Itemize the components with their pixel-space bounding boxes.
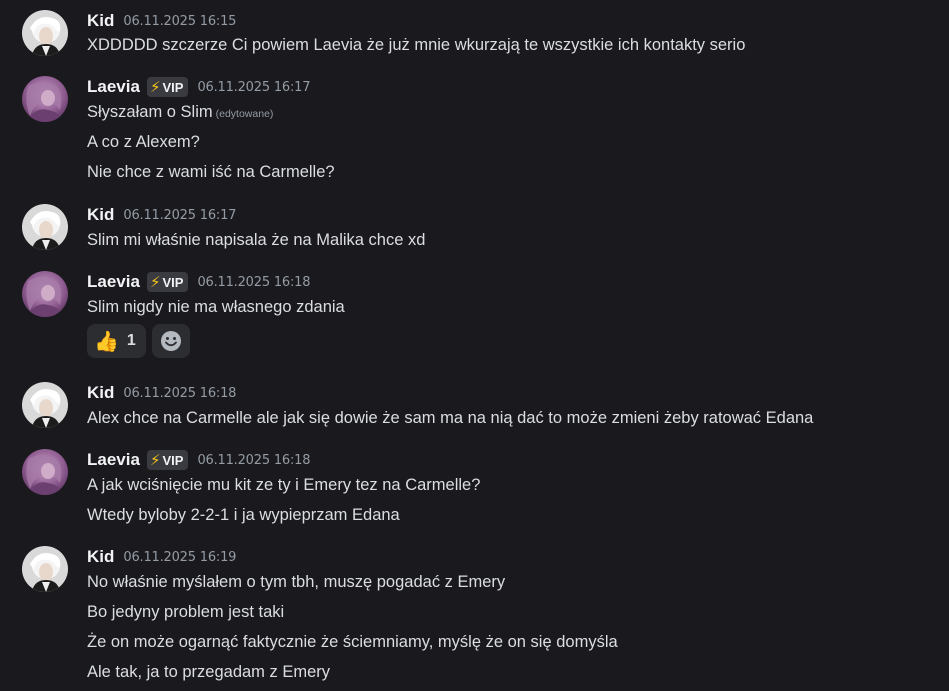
message-text: Slim mi właśnie napisala że na Malika ch… — [87, 231, 426, 249]
lightning-bolt-icon: ⚡ — [149, 274, 161, 291]
message-text: No właśnie myślałem o tym tbh, muszę pog… — [87, 573, 506, 591]
message-text: XDDDDD szczerze Ci powiem Laevia że już … — [87, 36, 746, 54]
message-text-content: Słyszałam o Slim — [87, 103, 213, 121]
message-text: A co z Alexem? — [87, 133, 200, 151]
avatar-laevia[interactable] — [22, 76, 68, 122]
message-timestamp[interactable]: 06.11.2025 16:18 — [197, 275, 310, 290]
message-text: Wtedy byloby 2-2-1 i ja wypieprzam Edana — [87, 506, 400, 524]
reactions-bar: 👍 1 — [87, 324, 190, 358]
edited-label: (edytowane) — [215, 108, 274, 120]
avatar-kid[interactable] — [22, 204, 68, 250]
avatar-kid-image — [22, 382, 68, 428]
message-text: Alex chce na Carmelle ale jak się dowie … — [87, 409, 814, 427]
avatar-laevia[interactable] — [22, 449, 68, 495]
message-timestamp[interactable]: 06.11.2025 16:18 — [123, 386, 236, 401]
lightning-bolt-icon: ⚡ — [149, 79, 161, 96]
username[interactable]: Kid — [87, 11, 114, 31]
message-header: Laevia ⚡ VIP 06.11.2025 16:17 — [87, 76, 310, 98]
username[interactable]: Kid — [87, 383, 114, 403]
message-timestamp[interactable]: 06.11.2025 16:15 — [123, 14, 236, 29]
message-text: Słyszałam o Slim (edytowane) — [87, 101, 273, 125]
message-header: Laevia ⚡ VIP 06.11.2025 16:18 — [87, 271, 310, 293]
message-timestamp[interactable]: 06.11.2025 16:17 — [197, 80, 310, 95]
message-text: Slim nigdy nie ma własnego zdania — [87, 298, 345, 316]
message-header: Kid 06.11.2025 16:17 — [87, 204, 236, 226]
add-reaction-button[interactable] — [151, 324, 190, 358]
avatar-kid[interactable] — [22, 382, 68, 428]
vip-badge[interactable]: ⚡ VIP — [146, 450, 189, 470]
username[interactable]: Kid — [87, 547, 114, 567]
message-text: Ale tak, ja to przegadam z Emery — [87, 663, 331, 681]
message-text: Nie chce z wami iść na Carmelle? — [87, 163, 335, 181]
avatar-laevia-image — [22, 449, 68, 495]
avatar-kid-image — [22, 546, 68, 592]
avatar-kid[interactable] — [22, 10, 68, 56]
username[interactable]: Laevia — [87, 77, 140, 97]
lightning-bolt-icon: ⚡ — [149, 452, 161, 469]
add-reaction-smiley-icon — [160, 331, 181, 351]
message-text: A jak wciśnięcie mu kit ze ty i Emery te… — [87, 476, 481, 494]
vip-badge-label: VIP — [162, 79, 184, 95]
message-timestamp[interactable]: 06.11.2025 16:19 — [123, 550, 236, 565]
message-header: Kid 06.11.2025 16:15 — [87, 10, 236, 32]
chat-message-list: Kid 06.11.2025 16:15 XDDDDD szczerze Ci … — [0, 0, 949, 691]
avatar-kid[interactable] — [22, 546, 68, 592]
avatar-laevia-image — [22, 271, 68, 317]
vip-badge-label: VIP — [162, 274, 184, 290]
message-text: Bo jedyny problem jest taki — [87, 603, 285, 621]
avatar-kid-image — [22, 10, 68, 56]
vip-badge[interactable]: ⚡ VIP — [146, 272, 189, 292]
vip-badge[interactable]: ⚡ VIP — [146, 77, 189, 97]
avatar-laevia[interactable] — [22, 271, 68, 317]
vip-badge-label: VIP — [162, 452, 184, 468]
thumbs-up-icon: 👍 — [94, 330, 119, 353]
message-header: Kid 06.11.2025 16:18 — [87, 382, 236, 404]
avatar-laevia-image — [22, 76, 68, 122]
message-text: Że on może ogarnąć faktycznie że ściemni… — [87, 633, 618, 651]
reaction-count: 1 — [126, 332, 136, 349]
reaction-thumbs-up[interactable]: 👍 1 — [87, 324, 146, 358]
message-timestamp[interactable]: 06.11.2025 16:18 — [197, 453, 310, 468]
username[interactable]: Kid — [87, 205, 114, 225]
message-header: Laevia ⚡ VIP 06.11.2025 16:18 — [87, 449, 310, 471]
username[interactable]: Laevia — [87, 272, 140, 292]
avatar-kid-image — [22, 204, 68, 250]
message-timestamp[interactable]: 06.11.2025 16:17 — [123, 208, 236, 223]
username[interactable]: Laevia — [87, 450, 140, 470]
message-header: Kid 06.11.2025 16:19 — [87, 546, 236, 568]
